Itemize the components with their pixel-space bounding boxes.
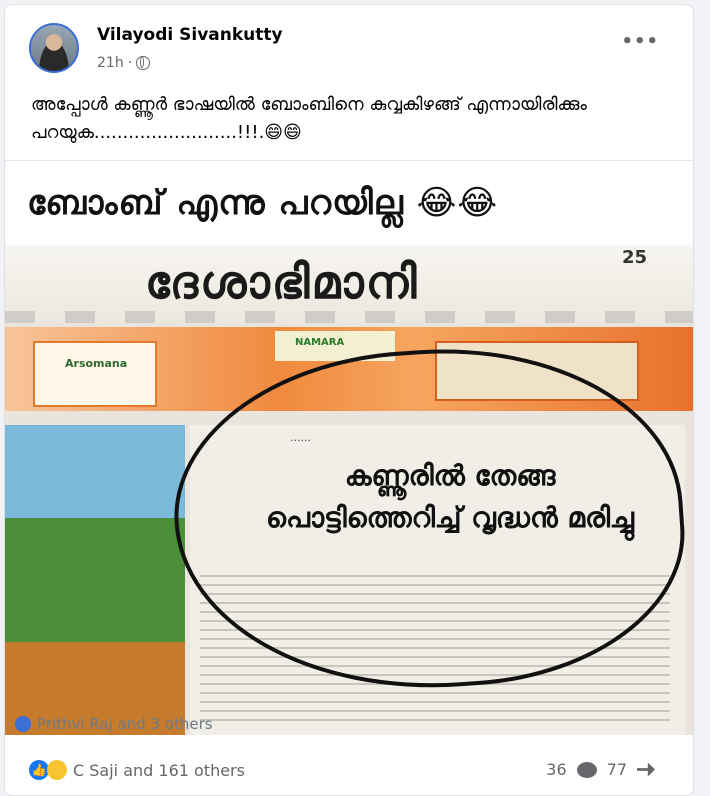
share-icon[interactable] — [637, 762, 655, 777]
reactions-text[interactable]: C Saji and 161 others — [73, 761, 245, 780]
newspaper-nav-lines — [5, 311, 693, 323]
author-avatar[interactable] — [29, 23, 79, 73]
overlay-names-text: Prithvi Raj and 3 others — [37, 715, 213, 733]
post-meta: 21h · — [97, 55, 151, 71]
post-footer: 👍 C Saji and 161 others 36 77 — [5, 740, 693, 795]
author-name[interactable]: Vilayodi Sivankutty — [97, 25, 283, 45]
advert-box-left — [33, 341, 157, 407]
newspaper-date: 25 — [621, 247, 647, 268]
meme-headline: ബോംബ് എന്നു പറയില്ല 😂😂 — [27, 183, 499, 223]
newspaper-title: ദേശാഭിമാനി — [145, 255, 419, 309]
haha-reaction-icon — [47, 760, 67, 780]
post-time[interactable]: 21h — [97, 55, 124, 71]
advert-brand: Arsomana — [65, 357, 128, 370]
photo-overlay-names: Prithvi Raj and 3 others — [15, 715, 213, 733]
more-options-button[interactable]: ••• — [621, 31, 659, 52]
meme-headline-strip: ബോംബ് എന്നു പറയില്ല 😂😂 — [5, 160, 693, 247]
post-header: Vilayodi Sivankutty 21h · ••• — [5, 5, 693, 85]
post-photo[interactable]: ദേശാഭിമാനി 25 Arsomana NAMARA ...... കണ്… — [5, 245, 693, 735]
shares-count[interactable]: 77 — [607, 760, 627, 779]
advert-logo: NAMARA — [295, 337, 345, 348]
post-card: Vilayodi Sivankutty 21h · ••• അപ്പോൾ കണ്… — [4, 4, 694, 796]
comments-count[interactable]: 36 — [546, 760, 566, 779]
like-reaction-icon: 👍 — [29, 760, 49, 780]
coconut-tree-photo — [5, 425, 185, 735]
reaction-summary[interactable]: 👍 C Saji and 161 others — [29, 760, 245, 780]
post-caption: അപ്പോൾ കണ്ണൂർ ഭാഷയിൽ ബോംബിനെ കുവ്വകിഴങ്ങ… — [31, 94, 587, 143]
comment-icon[interactable] — [576, 761, 597, 778]
newspaper-masthead: ദേശാഭിമാനി 25 — [5, 245, 693, 323]
globe-icon[interactable] — [136, 56, 151, 70]
like-overlay-icon — [15, 716, 31, 732]
engagement-counts: 36 77 — [546, 760, 655, 779]
separator-dot: · — [127, 55, 133, 71]
